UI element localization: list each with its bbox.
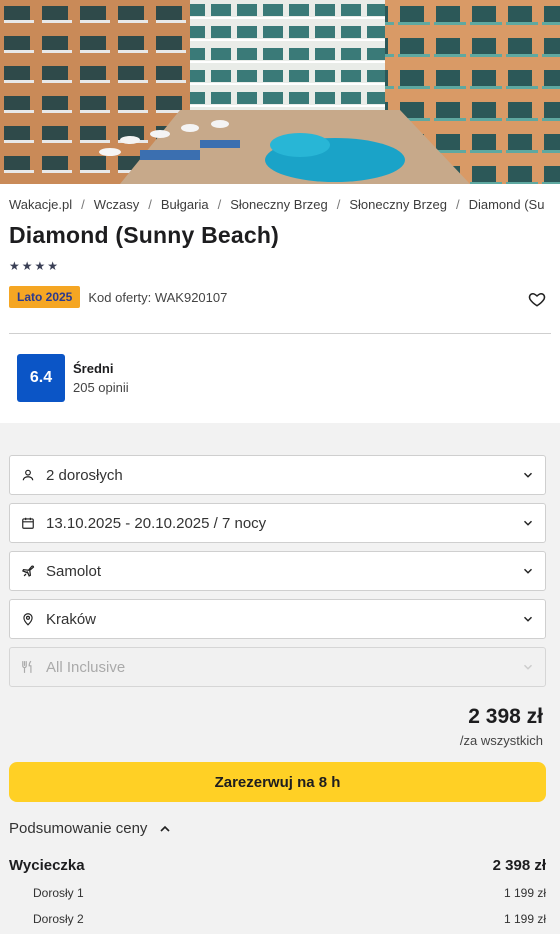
breadcrumb-separator: / [336,196,341,212]
rating-label: Średni [73,361,114,376]
chevron-down-icon [523,616,533,622]
booking-form: 2 dorosłych 13.10.2025 - 20.10.2025 / 7 … [0,423,560,687]
price-summary-toggle[interactable]: Podsumowanie ceny [0,802,560,837]
summary-item-label: Dorosły 1 [33,886,84,900]
board-value: All Inclusive [46,658,126,676]
summary-trip-value: 2 398 zł [492,857,546,874]
plane-icon [20,563,36,579]
departure-select[interactable]: Kraków [9,599,546,639]
dates-value: 13.10.2025 - 20.10.2025 / 7 nocy [46,514,267,532]
summary-item-value: 1 199 zł [503,886,546,900]
price-block: 2 398 zł /za wszystkich [0,695,560,748]
heart-icon[interactable] [528,290,546,308]
cutlery-icon [20,659,36,675]
chevron-up-icon [160,825,171,832]
breadcrumb-separator: / [217,196,222,212]
reserve-button[interactable]: Zarezerwuj na 8 h [9,762,546,802]
calendar-icon [20,515,36,531]
summary-item-row: Dorosły 1 1 199 zł [0,886,560,900]
breadcrumb-item[interactable]: Słoneczny Brzeg [349,197,447,212]
chevron-down-icon [523,664,533,670]
price-amount: 2 398 zł [468,705,543,728]
departure-value: Kraków [46,610,97,628]
breadcrumb-separator: / [148,196,152,212]
offer-code: Kod oferty: WAK920107 [88,289,228,305]
season-badge: Lato 2025 [9,286,81,308]
chevron-down-icon [523,472,533,478]
hotel-photo [0,0,560,184]
chevron-down-icon [523,520,533,526]
breadcrumb-item[interactable]: Słoneczny Brzeg [230,197,328,212]
participants-select[interactable]: 2 dorosłych [9,455,546,495]
hotel-hero-image[interactable] [0,0,560,184]
hotel-title: Diamond (Sunny Beach) [9,222,280,248]
summary-item-label: Dorosły 2 [33,912,84,926]
price-summary-label: Podsumowanie ceny [9,820,148,837]
breadcrumb-item[interactable]: Wczasy [94,197,140,212]
divider [9,333,551,334]
participants-value: 2 dorosłych [46,466,123,484]
transport-select[interactable]: Samolot [9,551,546,591]
breadcrumb-separator: / [81,196,85,212]
person-icon [20,467,36,483]
chevron-down-icon [523,568,533,574]
rating-block[interactable]: 6.4 Średni 205 opinii [9,354,551,402]
breadcrumb: Wakacje.pl / Wczasy / Bułgaria / Słoneczny … [9,184,551,212]
breadcrumb-item[interactable]: Bułgaria [161,197,209,212]
hotel-header-section: Wakacje.pl / Wczasy / Bułgaria / Słoneczny … [0,184,560,423]
board-select: All Inclusive [9,647,546,687]
summary-trip-label: Wycieczka [9,857,85,874]
rating-count: 205 opinii [73,380,129,395]
summary-trip-row: Wycieczka 2 398 zł [0,857,560,874]
summary-item-row: Dorosły 2 1 199 zł [0,912,560,926]
breadcrumb-item-current: Diamond (Su [468,196,545,212]
rating-score: 6.4 [17,354,65,402]
hotel-stars: ★★★★ [9,259,61,273]
dates-select[interactable]: 13.10.2025 - 20.10.2025 / 7 nocy [9,503,546,543]
breadcrumb-item[interactable]: Wakacje.pl [9,197,72,212]
location-pin-icon [20,611,36,627]
summary-item-value: 1 199 zł [503,912,546,926]
transport-value: Samolot [46,562,102,580]
breadcrumb-separator: / [455,196,460,212]
offer-meta: Lato 2025 Kod oferty: WAK920107 [9,285,551,309]
price-subtitle: /za wszystkich [459,733,543,748]
